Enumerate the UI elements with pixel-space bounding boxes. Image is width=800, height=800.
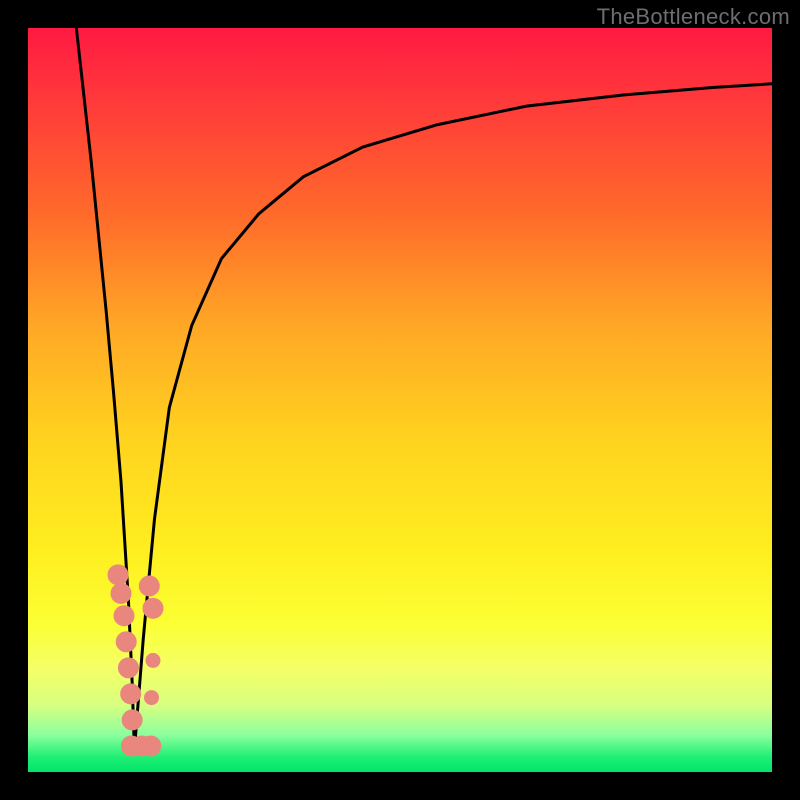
data-marker [108, 565, 128, 585]
curve-layer [28, 28, 772, 772]
data-marker [114, 606, 134, 626]
data-marker [145, 691, 159, 705]
data-marker [143, 598, 163, 618]
curve-right-branch [134, 84, 772, 750]
data-marker [118, 658, 138, 678]
data-marker [116, 632, 136, 652]
chart-frame: TheBottleneck.com [0, 0, 800, 800]
data-marker [146, 653, 160, 667]
data-marker [139, 576, 159, 596]
data-markers [108, 565, 163, 756]
watermark-text: TheBottleneck.com [597, 4, 790, 30]
plot-area [28, 28, 772, 772]
data-marker [121, 684, 141, 704]
data-marker [122, 710, 142, 730]
data-marker [111, 583, 131, 603]
data-marker [141, 736, 161, 756]
